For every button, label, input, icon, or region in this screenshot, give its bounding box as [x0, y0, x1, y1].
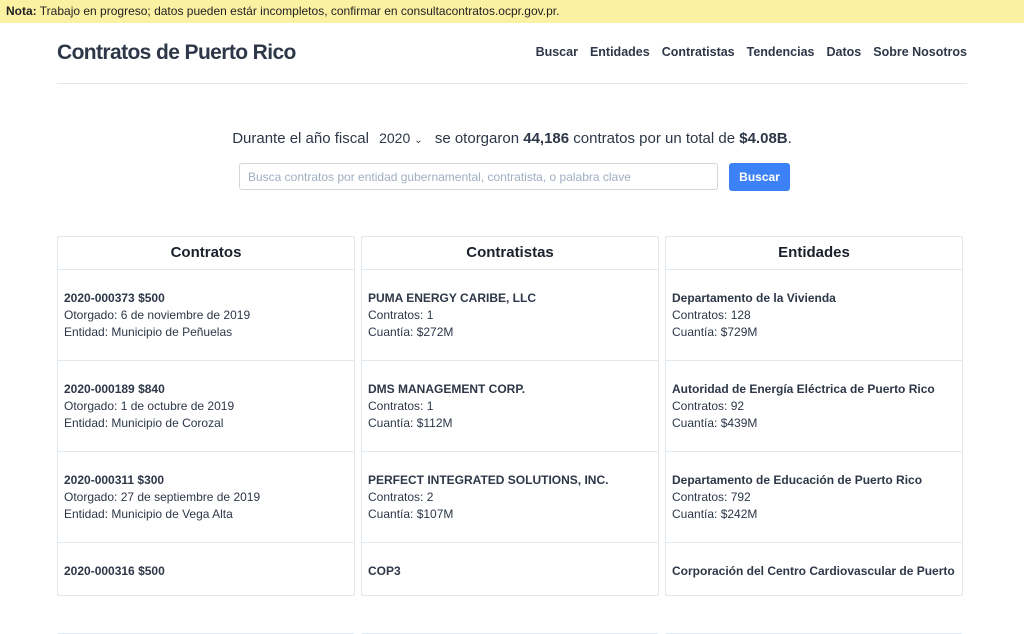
entity-name: Corporación del Centro Cardiovascular de… — [672, 564, 955, 578]
contractor-amount: Cuantía: $112M — [368, 416, 453, 430]
contractor-item[interactable]: PERFECT INTEGRATED SOLUTIONS, INC. Contr… — [362, 452, 658, 543]
site-header: Contratos de Puerto Rico Buscar Entidade… — [57, 23, 967, 84]
entity-item[interactable]: Autoridad de Energía Eléctrica de Puerto… — [666, 361, 962, 452]
entity-item[interactable]: Departamento de Educación de Puerto Rico… — [666, 452, 962, 543]
entity-name: Departamento de la Vivienda — [672, 291, 836, 305]
contractor-name: PUMA ENERGY CARIBE, LLC — [368, 291, 537, 305]
entity-count: Contratos: 128 — [672, 308, 751, 322]
contratos-column: Contratos 2020-000373 $500 Otorgado: 6 d… — [57, 236, 355, 634]
entity-item[interactable]: Departamento de la Vivienda Contratos: 1… — [666, 270, 962, 361]
nav-datos[interactable]: Datos — [827, 45, 862, 59]
contract-item[interactable]: 2020-000373 $500 Otorgado: 6 de noviembr… — [58, 270, 354, 361]
nav-sobre-nosotros[interactable]: Sobre Nosotros — [873, 45, 967, 59]
results-columns: Contratos 2020-000373 $500 Otorgado: 6 d… — [57, 236, 963, 634]
contratistas-heading: Contratistas — [362, 237, 658, 270]
nav-buscar[interactable]: Buscar — [536, 45, 578, 59]
site-title[interactable]: Contratos de Puerto Rico — [57, 41, 296, 65]
contratistas-column: Contratistas PUMA ENERGY CARIBE, LLC Con… — [361, 236, 659, 634]
contractor-count: Contratos: 1 — [368, 308, 434, 322]
contract-title: 2020-000189 $840 — [64, 382, 165, 396]
notice-text: Trabajo en progreso; datos pueden estár … — [39, 4, 560, 18]
summary-mid2: contratos por un total de — [573, 130, 736, 147]
contract-count: 44,186 — [523, 130, 570, 147]
contractor-name: COP3 — [368, 564, 401, 578]
summary-suffix: . — [787, 130, 792, 147]
entidades-heading: Entidades — [666, 237, 962, 270]
contract-date: Otorgado: 6 de noviembre de 2019 — [64, 308, 251, 322]
entidades-column: Entidades Departamento de la Vivienda Co… — [665, 236, 963, 634]
entity-amount: Cuantía: $439M — [672, 416, 758, 430]
nav-tendencias[interactable]: Tendencias — [747, 45, 815, 59]
contract-title: 2020-000311 $300 — [64, 473, 165, 487]
fiscal-year-value: 2020 — [379, 130, 411, 146]
entity-item[interactable]: Corporación del Centro Cardiovascular de… — [666, 543, 962, 634]
search-button[interactable]: Buscar — [729, 163, 790, 191]
fiscal-summary: Durante el año fiscal 2020 ⌄ se otorgaron… — [0, 130, 1024, 147]
entity-amount: Cuantía: $242M — [672, 507, 758, 521]
contract-item[interactable]: 2020-000316 $500 — [58, 543, 354, 634]
contratos-heading: Contratos — [58, 237, 354, 270]
chevron-down-icon: ⌄ — [414, 135, 423, 146]
contract-entity: Entidad: Municipio de Peñuelas — [64, 325, 233, 339]
contractor-count: Contratos: 2 — [368, 490, 434, 504]
contractor-item[interactable]: COP3 — [362, 543, 658, 634]
notice-banner: Nota: Trabajo en progreso; datos pueden … — [0, 0, 1024, 23]
contract-entity: Entidad: Municipio de Vega Alta — [64, 507, 233, 521]
contract-title: 2020-000373 $500 — [64, 291, 165, 305]
contract-total: $4.08B — [739, 130, 788, 147]
contractor-amount: Cuantía: $272M — [368, 325, 454, 339]
contractor-name: DMS MANAGEMENT CORP. — [368, 382, 526, 396]
contract-title: 2020-000316 $500 — [64, 564, 165, 578]
contract-item[interactable]: 2020-000311 $300 Otorgado: 27 de septiem… — [58, 452, 354, 543]
nav-entidades[interactable]: Entidades — [590, 45, 650, 59]
contract-date: Otorgado: 1 de octubre de 2019 — [64, 399, 235, 413]
entity-amount: Cuantía: $729M — [672, 325, 758, 339]
summary-mid: se otorgaron — [434, 130, 520, 147]
entity-count: Contratos: 792 — [672, 490, 751, 504]
main-nav: Buscar Entidades Contratistas Tendencias… — [536, 45, 967, 59]
contract-entity: Entidad: Municipio de Corozal — [64, 416, 224, 430]
contract-date: Otorgado: 27 de septiembre de 2019 — [64, 490, 261, 504]
fiscal-year-select[interactable]: 2020 ⌄ — [379, 130, 423, 146]
contractor-item[interactable]: PUMA ENERGY CARIBE, LLC Contratos: 1 Cua… — [362, 270, 658, 361]
contract-item[interactable]: 2020-000189 $840 Otorgado: 1 de octubre … — [58, 361, 354, 452]
contractor-item[interactable]: DMS MANAGEMENT CORP. Contratos: 1 Cuantí… — [362, 361, 658, 452]
search-bar: Buscar — [239, 163, 790, 191]
entity-name: Departamento de Educación de Puerto Rico — [672, 473, 923, 487]
notice-label: Nota: — [6, 4, 37, 18]
contractor-count: Contratos: 1 — [368, 399, 434, 413]
contractor-amount: Cuantía: $107M — [368, 507, 454, 521]
entity-count: Contratos: 92 — [672, 399, 745, 413]
nav-contratistas[interactable]: Contratistas — [662, 45, 735, 59]
summary-prefix: Durante el año fiscal — [232, 130, 369, 147]
entity-name: Autoridad de Energía Eléctrica de Puerto… — [672, 382, 935, 396]
contractor-name: PERFECT INTEGRATED SOLUTIONS, INC. — [368, 473, 609, 487]
search-input[interactable] — [239, 163, 718, 190]
